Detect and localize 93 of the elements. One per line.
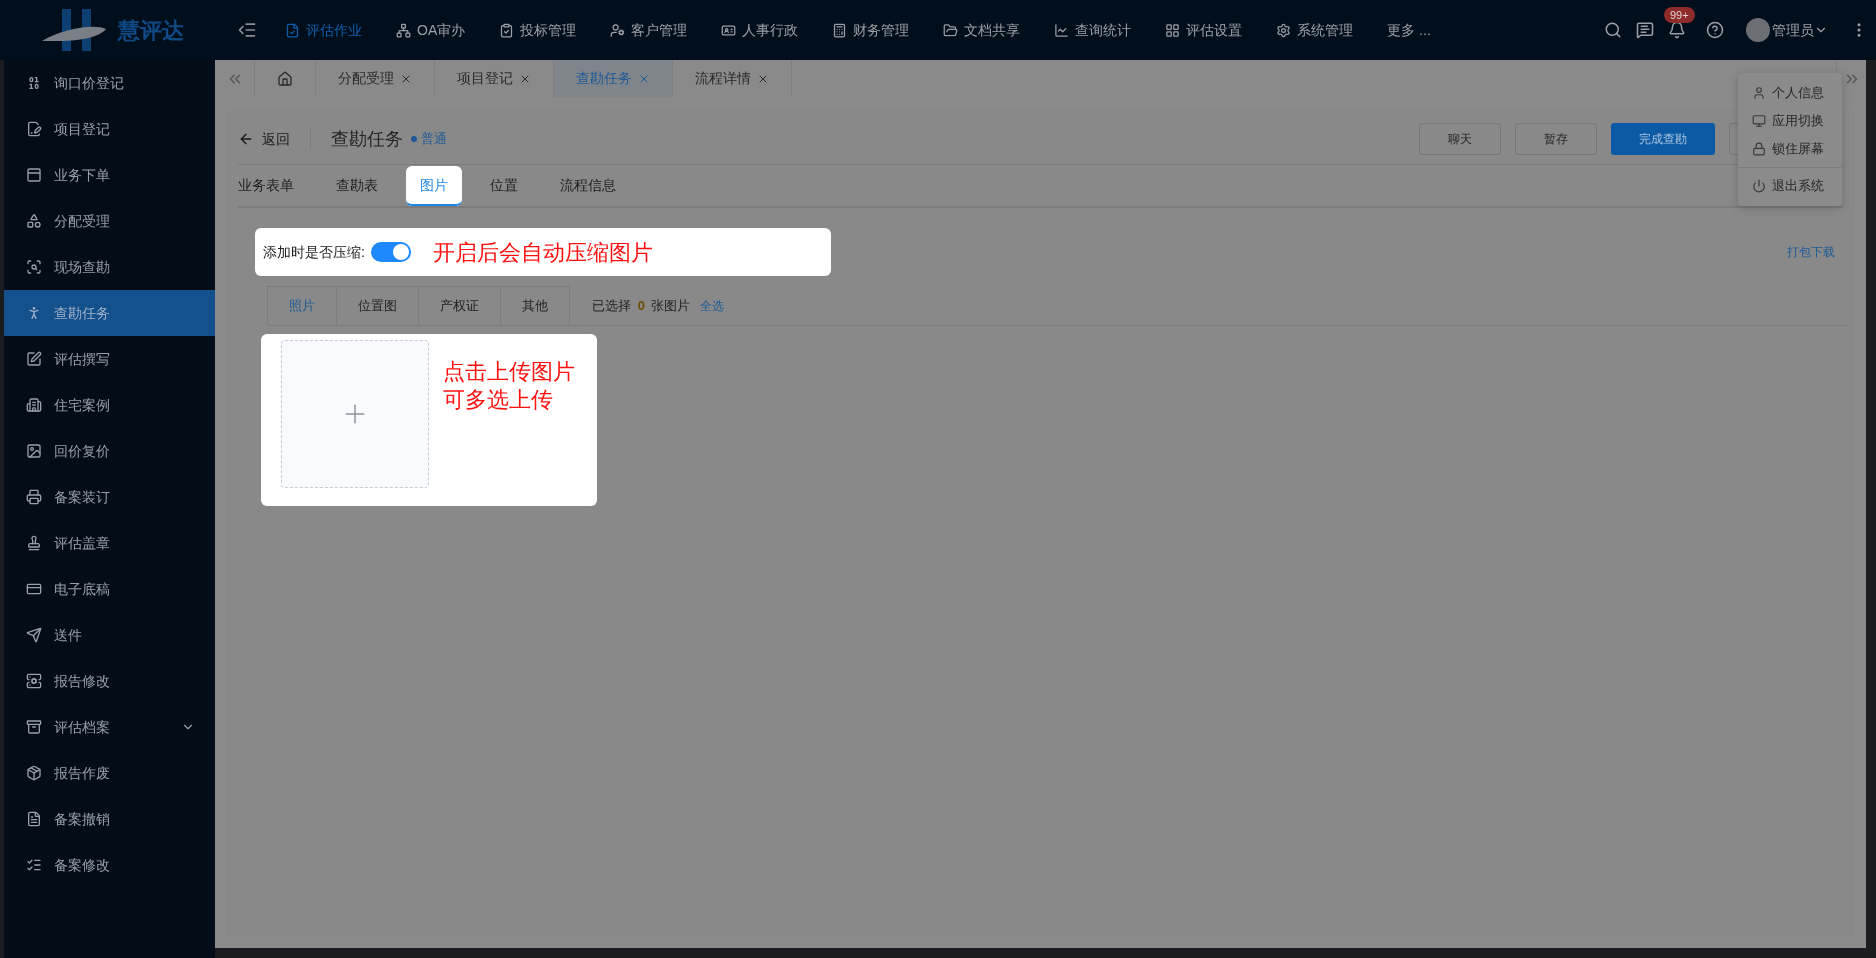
server-icon (26, 673, 42, 689)
sidebar-item[interactable]: 项目登记 (4, 106, 215, 152)
sidebar-item[interactable]: 报告修改 (4, 658, 215, 704)
photo-tab[interactable]: 其他 (500, 286, 570, 325)
back-button[interactable]: 返回 (238, 128, 311, 150)
user-gear-icon (610, 22, 626, 38)
grid-icon (1165, 22, 1181, 38)
sidebar-item[interactable]: 备案装订 (4, 474, 215, 520)
sidebar-item[interactable]: 住宅案例 (4, 382, 215, 428)
menu-item[interactable]: 锁住屏幕 (1738, 135, 1842, 163)
upload-hint: 可多选上传 (443, 386, 554, 414)
nav-menu-item[interactable]: 系统管理 (1276, 19, 1354, 41)
signed-file-icon (26, 121, 42, 137)
list-icon (26, 857, 42, 873)
menu-item[interactable]: 退出系统 (1738, 172, 1842, 200)
nav-menu-item[interactable]: 财务管理 (832, 19, 910, 41)
home-icon (277, 70, 293, 87)
upload-hint: 点击上传图片 (443, 358, 575, 386)
monitor-icon (1752, 114, 1766, 128)
calculator-icon (832, 22, 848, 38)
count-number: 0 (636, 297, 646, 313)
archive-icon (26, 719, 42, 735)
selection-count: 已选择 0 张图片 (592, 296, 691, 315)
page-title: 查勘任务 (331, 127, 403, 151)
id-card-icon (721, 22, 737, 38)
building-icon (26, 397, 42, 413)
content-tab[interactable]: 查勘表 (322, 165, 392, 206)
sidebar-item[interactable]: 备案撤销 (4, 796, 215, 842)
lock-icon (1752, 142, 1766, 156)
sidebar-item[interactable]: 回价复价 (4, 428, 215, 474)
card-icon (26, 581, 42, 597)
menu-item[interactable]: 个人信息 (1738, 79, 1842, 107)
logo-text: 慧评达 (118, 16, 184, 45)
action-button[interactable]: 暂存 (1515, 123, 1597, 155)
sidebar-item[interactable]: 送件 (4, 612, 215, 658)
help-icon[interactable] (1706, 21, 1724, 39)
content-tab[interactable]: 位置 (476, 165, 532, 206)
nav-menu-item[interactable]: 文档共享 (943, 19, 1021, 41)
power-icon (1752, 179, 1766, 193)
more-menu[interactable]: 更多 ... (1387, 19, 1431, 41)
content-tab[interactable]: 图片 (406, 165, 462, 206)
nav-menu-item[interactable]: 人事行政 (721, 19, 799, 41)
content-tab[interactable]: 流程信息 (546, 165, 630, 206)
sidebar-item[interactable]: 评估盖章 (4, 520, 215, 566)
clipboard-check-icon (499, 22, 515, 38)
user-menu-button[interactable]: 管理员 (1772, 19, 1828, 41)
bell-icon[interactable] (1668, 21, 1686, 39)
sidebar-item[interactable]: 分配受理 (4, 198, 215, 244)
nav-menu-item[interactable]: OA审办 (396, 19, 466, 41)
sidebar-item[interactable]: 电子底稿 (4, 566, 215, 612)
menu-item[interactable]: 应用切换 (1738, 107, 1842, 135)
package-icon (26, 765, 42, 781)
nav-menu-item[interactable]: 投标管理 (499, 19, 577, 41)
window-icon (26, 167, 42, 183)
send-icon (26, 627, 42, 643)
sidebar-item[interactable]: 查勘任务 (4, 290, 215, 336)
digits-icon (26, 75, 42, 91)
action-button[interactable]: 聊天 (1419, 123, 1501, 155)
sidebar-item[interactable]: 报告作废 (4, 750, 215, 796)
content-tab[interactable]: 业务表单 (224, 165, 308, 206)
file-check-icon (285, 22, 300, 38)
walking-person-icon (26, 305, 42, 321)
compress-label: 添加时是否压缩: (263, 242, 365, 262)
search-icon[interactable] (1604, 21, 1622, 39)
collapse-menu-icon[interactable] (237, 20, 257, 40)
message-icon[interactable] (1636, 21, 1654, 39)
line-chart-icon (1054, 22, 1070, 38)
network-icon (396, 22, 411, 38)
pen-square-icon (26, 351, 42, 367)
document-icon (26, 811, 42, 827)
sidebar-item[interactable]: 评估档案 (4, 704, 215, 750)
scan-icon (26, 259, 42, 275)
sidebar-item[interactable]: 现场查勘 (4, 244, 215, 290)
avatar[interactable] (1746, 18, 1770, 42)
nav-menu-item[interactable]: 查询统计 (1054, 19, 1132, 41)
folder-icon (943, 22, 959, 38)
priority-label: 普通 (411, 129, 447, 149)
sidebar-item[interactable]: 询口价登记 (4, 60, 215, 106)
nav-menu-item[interactable]: 评估设置 (1165, 19, 1243, 41)
sidebar-item[interactable]: 评估撰写 (4, 336, 215, 382)
nav-menu-item[interactable]: 客户管理 (610, 19, 688, 41)
user-icon (1752, 86, 1766, 100)
shapes-icon (26, 213, 42, 229)
sidebar-item[interactable]: 备案修改 (4, 842, 215, 888)
notification-badge: 99+ (1664, 7, 1695, 23)
image-icon (26, 443, 42, 459)
action-button[interactable]: 完成查勘 (1611, 123, 1715, 155)
printer-icon (26, 489, 42, 505)
compress-hint: 开启后会自动压缩图片 (432, 238, 653, 267)
compress-switch[interactable] (370, 242, 411, 262)
stamp-icon (26, 535, 42, 551)
settings-icon (1276, 22, 1292, 38)
sidebar-item[interactable]: 业务下单 (4, 152, 215, 198)
